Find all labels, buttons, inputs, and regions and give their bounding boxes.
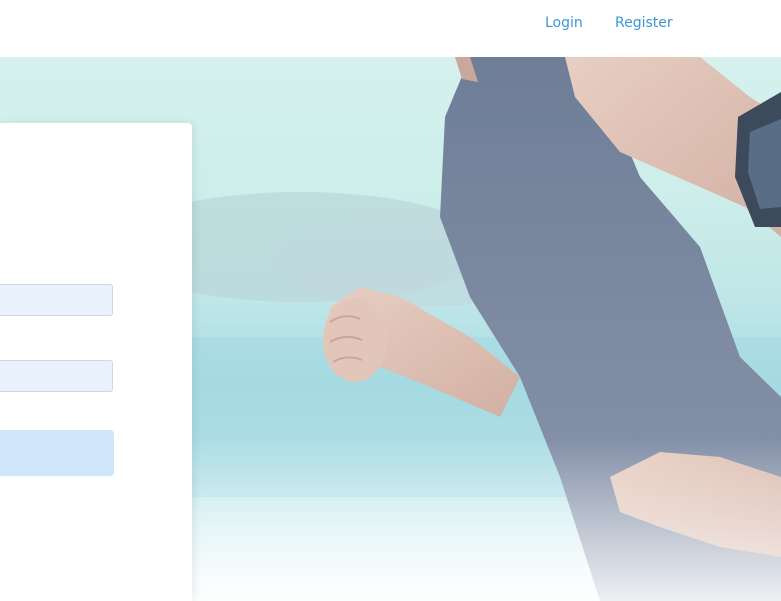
register-link[interactable]: Register	[615, 14, 673, 32]
top-navbar: Login Register	[0, 0, 781, 57]
password-input[interactable]	[0, 360, 113, 392]
login-submit-button[interactable]	[0, 430, 114, 476]
username-input[interactable]	[0, 284, 113, 316]
login-form-card	[0, 123, 192, 601]
login-link[interactable]: Login	[545, 14, 583, 32]
